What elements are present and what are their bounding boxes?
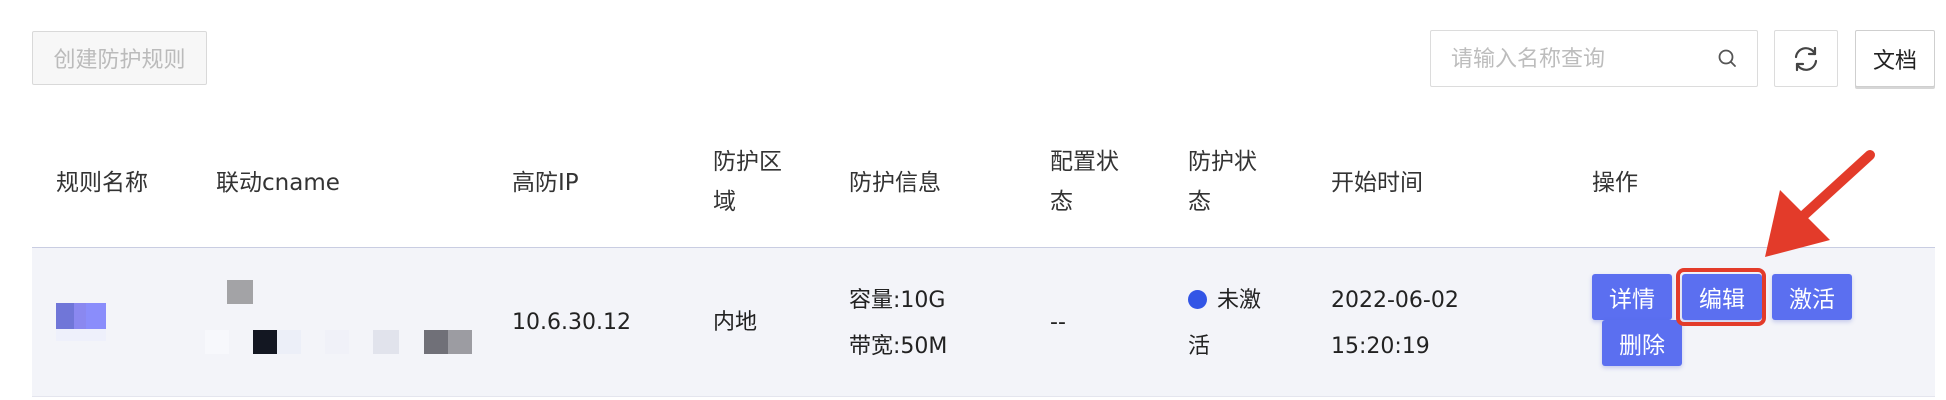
header-protect-line1: 防护状 (1188, 149, 1257, 175)
refresh-icon (1794, 46, 1818, 71)
create-rule-button[interactable]: 创建防护规则 (32, 31, 207, 85)
header-protect-status: 防护状 态 (1188, 142, 1257, 222)
cell-ip: 10.6.30.12 (512, 310, 631, 335)
header-actions: 操作 (1592, 170, 1638, 196)
annotation-arrow-icon (1765, 150, 1875, 257)
cell-start-time: 2022-06-02 15:20:19 (1331, 278, 1459, 370)
cell-protect-status: 未激 活 (1188, 278, 1261, 370)
activate-button[interactable]: 激活 (1772, 274, 1852, 320)
header-cname: 联动cname (216, 170, 340, 196)
edit-highlight-box (1676, 268, 1766, 326)
doc-button[interactable]: 文档 (1855, 30, 1935, 87)
protect-status-line1: 未激 (1217, 288, 1262, 313)
protect-status-line2: 活 (1188, 334, 1211, 359)
detail-button[interactable]: 详情 (1592, 274, 1672, 320)
cell-config-status: -- (1050, 310, 1066, 335)
header-region: 防护区 域 (713, 142, 782, 222)
cell-bandwidth: 带宽:50M (849, 334, 948, 359)
header-info: 防护信息 (849, 170, 941, 196)
header-config-line1: 配置状 (1050, 149, 1119, 175)
start-date: 2022-06-02 (1331, 288, 1459, 313)
cell-region: 内地 (713, 310, 758, 335)
search-icon[interactable] (1715, 46, 1741, 72)
search-input[interactable] (1449, 41, 1703, 77)
start-clock: 15:20:19 (1331, 334, 1430, 359)
header-start-time: 开始时间 (1331, 170, 1423, 196)
header-ip: 高防IP (512, 170, 579, 196)
delete-button[interactable]: 删除 (1602, 320, 1682, 366)
header-region-line2: 域 (713, 189, 736, 215)
refresh-button[interactable] (1774, 30, 1838, 87)
header-protect-line2: 态 (1188, 189, 1211, 215)
header-config-status: 配置状 态 (1050, 142, 1119, 222)
cell-capacity: 容量:10G (849, 288, 946, 313)
header-region-line1: 防护区 (713, 149, 782, 175)
search-box[interactable] (1430, 30, 1758, 87)
row-divider (32, 396, 1935, 397)
header-config-line2: 态 (1050, 189, 1073, 215)
cell-protect-info: 容量:10G 带宽:50M (849, 278, 947, 370)
status-dot-icon (1188, 290, 1207, 309)
header-rule-name: 规则名称 (56, 170, 148, 196)
